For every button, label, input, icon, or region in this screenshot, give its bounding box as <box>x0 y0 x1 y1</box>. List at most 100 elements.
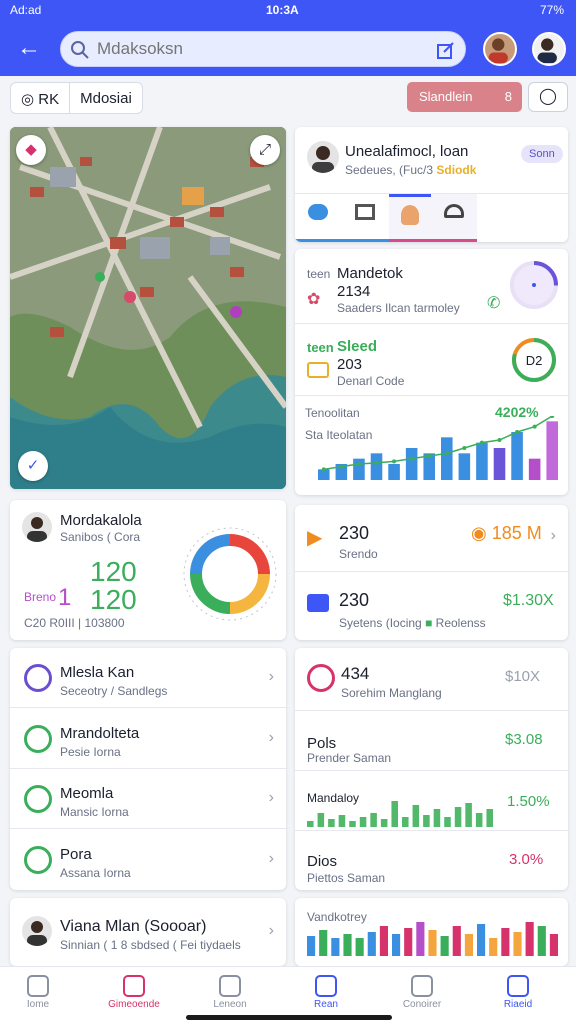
helmet-icon <box>444 204 464 218</box>
color-bar <box>525 922 534 956</box>
map-canvas <box>10 127 286 489</box>
nav-item-1[interactable]: Gimeoende <box>104 975 164 1010</box>
mini-bar <box>475 813 483 827</box>
list-item-sub: Pesie Iorna <box>60 744 121 759</box>
profile-badge: Sonn <box>521 145 563 163</box>
color-bar <box>489 938 498 956</box>
filter-pill-count: 8 <box>504 89 512 104</box>
list-icon <box>307 594 329 612</box>
stat-row-mandetok[interactable]: teen Mandetok 2134 Saaders Ilcan tarmole… <box>295 249 568 324</box>
list-item-sub: Assana Iorna <box>60 865 131 880</box>
chevron-right-icon: › <box>550 527 556 544</box>
top-bar: ← <box>0 22 576 76</box>
location-pin-icon[interactable]: ◆ <box>16 135 46 165</box>
chevron-right-icon: › <box>268 922 274 939</box>
color-bar <box>404 928 413 956</box>
chart-point <box>392 459 397 464</box>
stat-sub: Denarl Code <box>337 374 405 388</box>
donut-slice <box>190 534 231 575</box>
profile-card: Unealafimocl, loan Sedeues, (Fuc/3 Sdiod… <box>295 127 568 242</box>
right-item-sub: Piettos Saman <box>307 871 386 885</box>
check-icon[interactable]: ✓ <box>18 451 48 481</box>
list-item-sub: Mansic Iorna <box>60 805 129 819</box>
avatar-user-2[interactable] <box>532 32 566 66</box>
chat-bubble-icon <box>308 204 328 220</box>
phone-icon: ✆ <box>487 295 501 312</box>
right-list-item[interactable]: Pols Prender Saman $3.08 <box>295 711 568 771</box>
tab-chat[interactable] <box>295 194 341 242</box>
nav-item-0[interactable]: Iome <box>8 975 68 1010</box>
mini-bar <box>338 815 346 827</box>
edit-icon[interactable] <box>435 39 457 61</box>
chevron-right-icon: › <box>268 728 274 746</box>
chevron-right-icon: › <box>268 849 274 867</box>
color-bar <box>537 926 546 956</box>
chart-point <box>515 430 520 434</box>
stat-tag-b: teen <box>307 340 334 355</box>
left-list-item[interactable]: Mrandolteta Pesie Iorna › <box>10 709 286 769</box>
nav-label: Riaeid <box>503 999 533 1010</box>
bottom-profile-card[interactable]: Viana Mlan (Soooar) Sinnian ( 1 8 sbdsed… <box>10 898 286 966</box>
back-arrow-icon[interactable]: ← <box>14 34 44 64</box>
ring-label: D2 <box>526 353 543 368</box>
left-list-item[interactable]: Mlesla Kan Seceotry / Sandlegs › <box>10 648 286 708</box>
chart-bar <box>528 458 541 480</box>
chart-point <box>444 451 449 456</box>
search-bar[interactable] <box>60 31 466 67</box>
mini-bar <box>391 801 398 827</box>
donut-big-b: 120 <box>90 584 137 615</box>
mini-bar <box>433 809 441 827</box>
mini-bar <box>486 809 493 827</box>
mini-bar <box>328 819 335 827</box>
right-item-sub: Prender Saman <box>307 751 392 765</box>
tab-desktop[interactable] <box>341 194 389 242</box>
profile-tabs <box>295 193 568 242</box>
tab-helmet[interactable] <box>431 194 477 242</box>
nav-icon <box>315 975 337 997</box>
nav-item-2[interactable]: Leneon <box>200 975 260 1010</box>
left-list-item[interactable]: Pora Assana Iorna › <box>10 830 286 890</box>
left-list: Mlesla Kan Seceotry / Sandlegs › Mrandoltet… <box>10 648 286 890</box>
filter-chip-mdosiai[interactable]: Mdosiai <box>70 83 142 113</box>
nav-icon <box>411 975 433 997</box>
nav-item-5[interactable]: Riaeid <box>488 975 548 1010</box>
filter-pill[interactable]: Slandlein 8 <box>407 82 522 112</box>
mini-bar <box>359 817 367 827</box>
nav-label: Iome <box>26 999 50 1010</box>
nav-item-3[interactable]: Rean <box>296 975 356 1010</box>
chart-bar <box>476 442 488 480</box>
chat-icon[interactable]: ◯ <box>528 82 568 112</box>
tab-person[interactable] <box>389 194 431 242</box>
chart-point <box>462 446 467 450</box>
revenue-sub: Srendo <box>339 547 378 561</box>
right-list-item[interactable]: Mandaloy 1.50% <box>295 771 568 831</box>
revenue-row-1[interactable]: ▶ 230 Srendo ◉ 185 M › <box>295 505 568 572</box>
color-bar <box>416 922 425 956</box>
color-bar <box>452 926 461 956</box>
nav-label: Conoirer <box>402 999 442 1010</box>
revenue-amount: $1.30X <box>503 592 554 609</box>
map-view[interactable]: ◆ ⤢ ✓ <box>10 127 286 489</box>
revenue-row-2[interactable]: 230 Syetens (Iocing ■ Reolenss $1.30X <box>295 572 568 640</box>
stat-row-sleed[interactable]: teen Sleed 203 Denarl Code D2 <box>295 324 568 396</box>
search-input[interactable] <box>97 32 427 66</box>
right-list-item[interactable]: 434 Sorehim Manglang $10X <box>295 648 568 711</box>
bottom-name: Viana Mlan (Soooar) <box>60 918 207 935</box>
chart-section: Tenoolitan Sta Iteolatan 4202% <box>295 396 568 495</box>
chart-bar <box>353 458 365 480</box>
mini-bar <box>412 805 420 827</box>
filter-chip-rk[interactable]: ◎ RK <box>11 83 69 113</box>
layers-icon[interactable]: ⤢ <box>250 135 280 165</box>
color-bar <box>428 930 437 956</box>
left-list-item[interactable]: Meomla Mansic Iorna › <box>10 769 286 829</box>
revenue-value: 230 <box>339 523 370 543</box>
avatar-user-1[interactable] <box>483 32 517 66</box>
nav-item-4[interactable]: Conoirer <box>392 975 452 1010</box>
right-list-item[interactable]: Dios Piettos Saman 3.0% <box>295 831 568 890</box>
chart-point <box>409 456 414 461</box>
revenue-card: ▶ 230 Srendo ◉ 185 M › 230 Syetens (Ioci… <box>295 505 568 640</box>
play-icon: ▶ <box>307 527 323 549</box>
nav-label: Gimeoende <box>108 999 160 1010</box>
mini-bar <box>370 813 377 827</box>
nav-icon <box>123 975 145 997</box>
